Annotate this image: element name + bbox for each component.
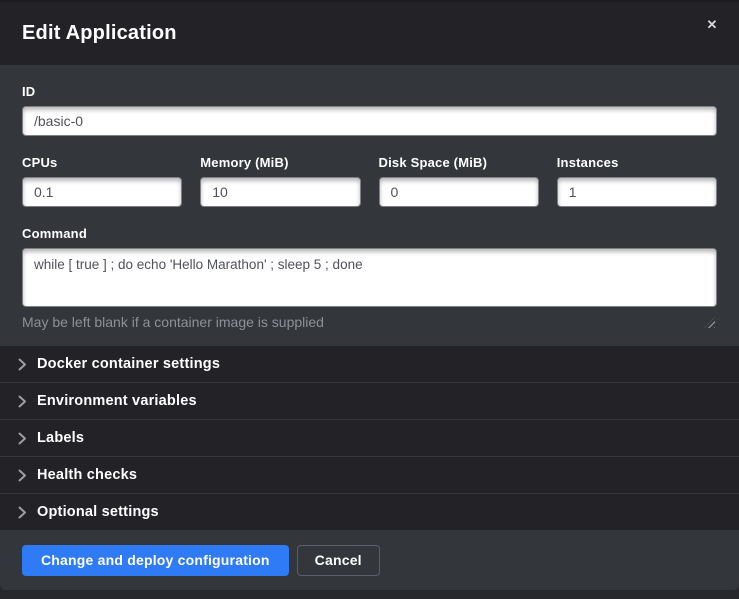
command-field-label: Command <box>22 226 717 241</box>
section-labels[interactable]: Labels <box>0 419 739 456</box>
resources-row: CPUs Memory (MiB) Disk Space (MiB) Insta… <box>22 155 717 207</box>
memory-field-group: Memory (MiB) <box>200 155 360 207</box>
command-textarea[interactable]: while [ true ] ; do echo 'Hello Marathon… <box>22 248 717 307</box>
chevron-right-icon <box>18 432 27 445</box>
section-label: Environment variables <box>37 393 197 409</box>
modal-header: Edit Application ✕ <box>0 0 739 65</box>
command-helper-text: May be left blank if a container image i… <box>22 314 717 330</box>
collapsible-sections: Docker container settings Environment va… <box>0 346 739 530</box>
chevron-right-icon <box>18 506 27 519</box>
memory-input[interactable] <box>200 177 360 207</box>
section-label: Labels <box>37 430 84 446</box>
modal-title: Edit Application <box>22 22 177 45</box>
section-label: Health checks <box>37 467 137 483</box>
edit-application-modal: Edit Application ✕ ID CPUs Memory (MiB) … <box>0 0 739 590</box>
chevron-right-icon <box>18 395 27 408</box>
application-form: ID CPUs Memory (MiB) Disk Space (MiB) In <box>0 65 739 346</box>
id-input[interactable] <box>22 106 717 136</box>
section-label: Docker container settings <box>37 356 220 372</box>
disk-field-group: Disk Space (MiB) <box>379 155 539 207</box>
memory-field-label: Memory (MiB) <box>200 155 360 170</box>
id-field-group: ID <box>22 84 717 136</box>
close-icon[interactable]: ✕ <box>699 12 725 38</box>
chevron-right-icon <box>18 358 27 371</box>
cpus-field-label: CPUs <box>22 155 182 170</box>
instances-input[interactable] <box>557 177 717 207</box>
page-background: Edit Application ✕ ID CPUs Memory (MiB) … <box>0 0 739 599</box>
cpus-input[interactable] <box>22 177 182 207</box>
section-docker-container-settings[interactable]: Docker container settings <box>0 346 739 382</box>
cpus-field-group: CPUs <box>22 155 182 207</box>
cancel-button[interactable]: Cancel <box>297 545 380 576</box>
section-optional-settings[interactable]: Optional settings <box>0 493 739 530</box>
section-health-checks[interactable]: Health checks <box>0 456 739 493</box>
instances-field-label: Instances <box>557 155 717 170</box>
disk-input[interactable] <box>379 177 539 207</box>
id-field-label: ID <box>22 84 717 99</box>
page-background-strip <box>0 590 739 599</box>
section-label: Optional settings <box>37 504 159 520</box>
chevron-right-icon <box>18 469 27 482</box>
modal-footer: Change and deploy configuration Cancel <box>0 530 739 590</box>
command-field-group: Command while [ true ] ; do echo 'Hello … <box>22 226 717 330</box>
section-environment-variables[interactable]: Environment variables <box>0 382 739 419</box>
change-and-deploy-button[interactable]: Change and deploy configuration <box>22 545 289 576</box>
disk-field-label: Disk Space (MiB) <box>379 155 539 170</box>
instances-field-group: Instances <box>557 155 717 207</box>
